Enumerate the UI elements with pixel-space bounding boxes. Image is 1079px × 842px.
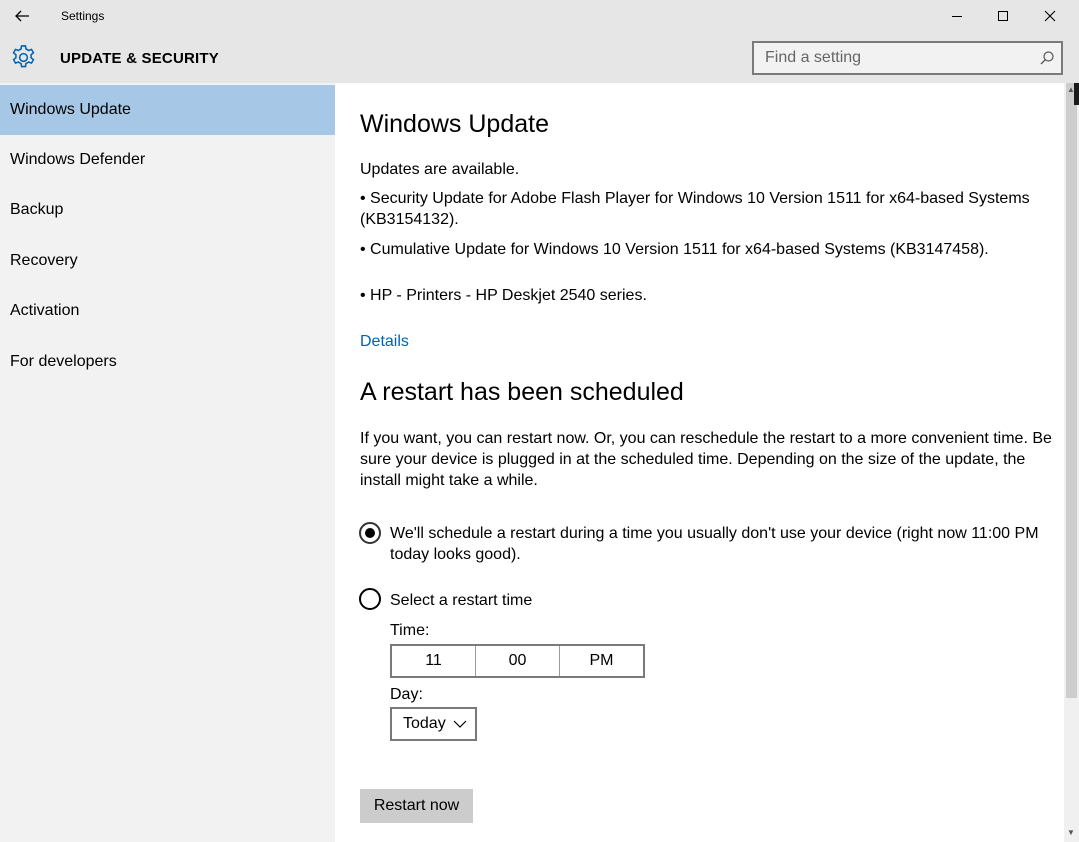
main-content: Windows Update Updates are available. • …: [335, 83, 1064, 842]
search-input[interactable]: [754, 43, 1034, 73]
time-picker[interactable]: 11 00 PM: [390, 644, 645, 678]
time-period[interactable]: PM: [560, 646, 643, 676]
search-icon[interactable]: [1039, 50, 1055, 66]
radio-auto-schedule-label-line2[interactable]: today looks good).: [390, 544, 521, 565]
close-button[interactable]: [1027, 0, 1073, 32]
window-edge: [1074, 83, 1079, 105]
title-bar: Settings: [0, 0, 1079, 32]
back-arrow-icon: [15, 10, 29, 22]
radio-auto-schedule-label-line1[interactable]: We'll schedule a restart during a time y…: [390, 523, 1039, 544]
page-title: Windows Update: [360, 110, 549, 138]
sidebar: Windows Update Windows Defender Backup R…: [0, 83, 335, 842]
radio-select-restart-time[interactable]: [359, 588, 381, 610]
radio-auto-schedule[interactable]: [359, 522, 381, 544]
sidebar-item-windows-defender[interactable]: Windows Defender: [0, 135, 335, 185]
time-hour[interactable]: 11: [392, 646, 476, 676]
update-item-1-line1: • Security Update for Adobe Flash Player…: [360, 190, 1030, 207]
time-label: Time:: [390, 622, 430, 639]
radio-select-restart-time-label[interactable]: Select a restart time: [390, 590, 532, 611]
day-dropdown-value: Today: [403, 715, 446, 732]
details-link[interactable]: Details: [360, 333, 409, 351]
restart-description-line1: If you want, you can restart now. Or, yo…: [360, 430, 1052, 447]
search-box[interactable]: [752, 41, 1063, 75]
close-icon: [1044, 10, 1056, 22]
scrollbar-thumb[interactable]: [1066, 83, 1077, 698]
minimize-button[interactable]: [934, 0, 980, 32]
section-title: UPDATE & SECURITY: [60, 50, 219, 67]
sidebar-item-for-developers[interactable]: For developers: [0, 337, 335, 387]
day-dropdown[interactable]: Today: [390, 707, 477, 741]
window-title: Settings: [61, 9, 105, 23]
back-button[interactable]: [6, 4, 38, 28]
sidebar-item-recovery[interactable]: Recovery: [0, 236, 335, 286]
update-item-2: • Cumulative Update for Windows 10 Versi…: [360, 241, 989, 258]
maximize-icon: [998, 11, 1008, 21]
time-minute[interactable]: 00: [476, 646, 560, 676]
sidebar-item-backup[interactable]: Backup: [0, 185, 335, 235]
vertical-scrollbar[interactable]: ▲ ▼: [1064, 83, 1079, 842]
sidebar-item-windows-update[interactable]: Windows Update: [0, 85, 335, 135]
update-status: Updates are available.: [360, 161, 520, 178]
update-item-3: • HP - Printers - HP Deskjet 2540 series…: [360, 287, 647, 304]
restart-section-title: A restart has been scheduled: [360, 378, 684, 406]
header: UPDATE & SECURITY: [0, 32, 1079, 83]
restart-description-line3: install might take a while.: [360, 472, 538, 489]
chevron-down-icon: [453, 720, 467, 728]
minimize-icon: [952, 16, 962, 17]
day-label: Day:: [390, 686, 423, 703]
scroll-down-icon[interactable]: ▼: [1067, 828, 1075, 837]
restart-now-button[interactable]: Restart now: [360, 789, 473, 823]
gear-icon: [10, 44, 37, 71]
sidebar-item-activation[interactable]: Activation: [0, 286, 335, 336]
maximize-button[interactable]: [980, 0, 1026, 32]
restart-description-line2: sure your device is plugged in at the sc…: [360, 451, 1026, 468]
update-item-1-line2: (KB3154132).: [360, 211, 459, 228]
